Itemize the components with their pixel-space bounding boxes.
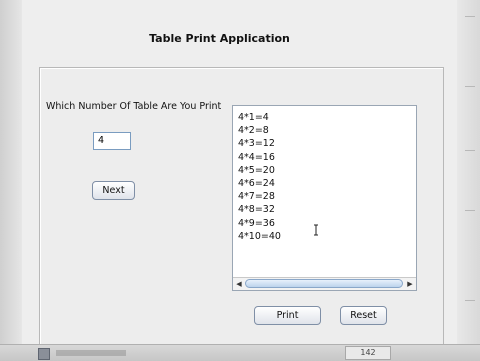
output-line: 4*4=16 bbox=[238, 151, 275, 163]
output-lines: 4*1=4 4*2=8 4*3=12 4*4=16 4*5=20 4*6=24 … bbox=[238, 111, 281, 243]
text-cursor-icon bbox=[314, 224, 318, 236]
print-button[interactable]: Print bbox=[254, 306, 321, 325]
taskbar-number: 142 bbox=[345, 346, 391, 360]
output-line: 4*6=24 bbox=[238, 178, 275, 190]
horizontal-scrollbar[interactable]: ◀ ▶ bbox=[233, 277, 416, 290]
background-right-edge bbox=[457, 0, 480, 360]
output-line: 4*8=32 bbox=[238, 204, 275, 216]
scroll-left-arrow-icon[interactable]: ◀ bbox=[234, 280, 244, 288]
output-line: 4*1=4 bbox=[238, 112, 269, 123]
taskbar-item[interactable] bbox=[56, 350, 126, 356]
window-title: Table Print Application bbox=[149, 32, 290, 45]
output-line: 4*5=20 bbox=[238, 164, 275, 176]
scroll-right-arrow-icon[interactable]: ▶ bbox=[405, 280, 415, 288]
edge-tick bbox=[465, 300, 475, 301]
taskbar-app-icon[interactable] bbox=[38, 348, 50, 360]
prompt-label: Which Number Of Table Are You Print bbox=[46, 101, 222, 112]
scrollbar-thumb[interactable] bbox=[245, 279, 403, 288]
output-line: 4*7=28 bbox=[238, 191, 275, 203]
output-line: 4*2=8 bbox=[238, 125, 269, 137]
edge-tick bbox=[465, 150, 475, 151]
main-panel: Which Number Of Table Are You Print 4 Ne… bbox=[39, 67, 444, 349]
output-line: 4*10=40 bbox=[238, 230, 281, 242]
next-button[interactable]: Next bbox=[92, 181, 135, 200]
table-number-input[interactable]: 4 bbox=[93, 132, 131, 150]
reset-button[interactable]: Reset bbox=[340, 306, 387, 325]
background-left-edge bbox=[0, 0, 22, 360]
output-textarea[interactable]: 4*1=4 4*2=8 4*3=12 4*4=16 4*5=20 4*6=24 … bbox=[232, 105, 417, 291]
edge-tick bbox=[465, 16, 475, 17]
edge-tick bbox=[465, 86, 475, 87]
edge-tick bbox=[465, 210, 475, 211]
output-line: 4*9=36 bbox=[238, 217, 275, 229]
app-window: Table Print Application Which Number Of … bbox=[22, 0, 457, 360]
output-line: 4*3=12 bbox=[238, 138, 275, 150]
taskbar: 142 bbox=[0, 344, 480, 361]
